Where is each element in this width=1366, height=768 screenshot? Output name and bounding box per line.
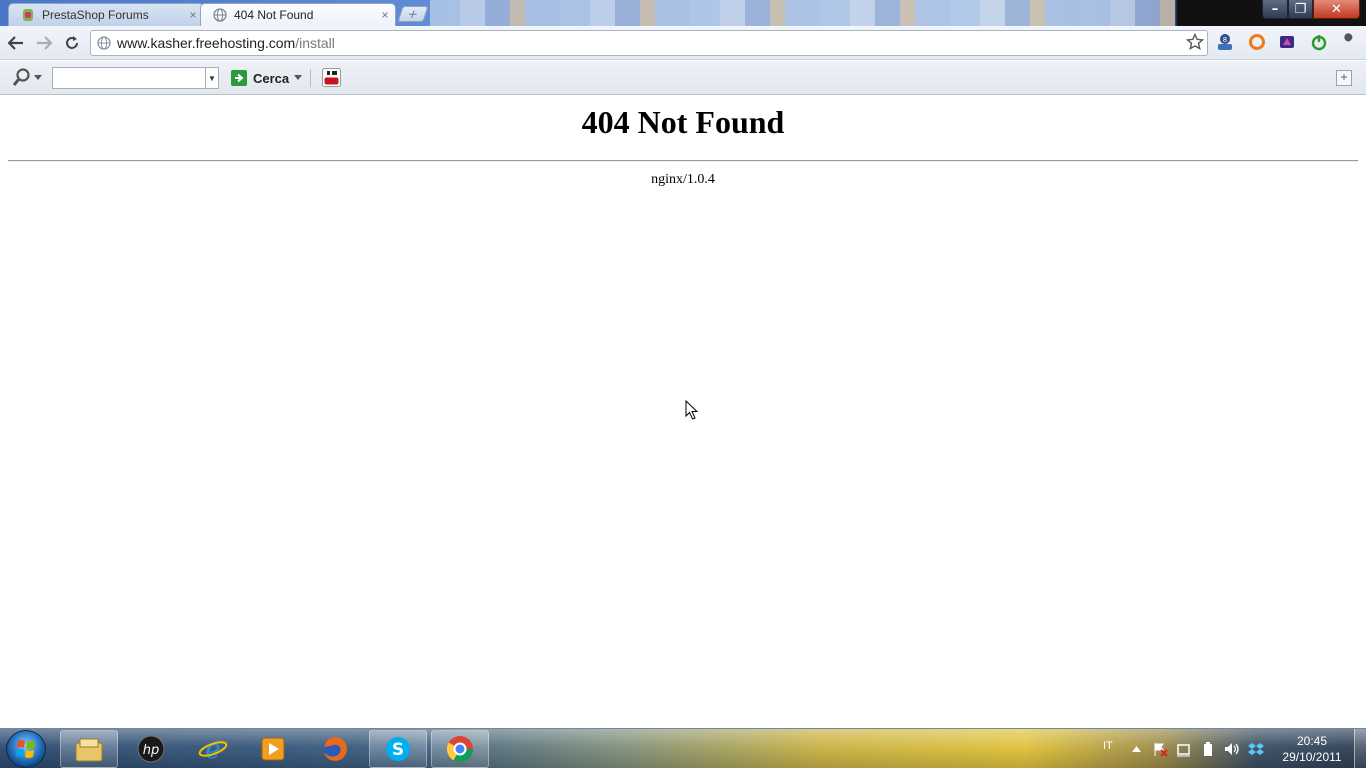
search-toolbar: ▼ Cerca + (0, 61, 1366, 95)
tray-device-button[interactable] (1176, 741, 1192, 757)
flag-alert-icon (1154, 743, 1168, 757)
wrench-icon (1343, 33, 1353, 48)
search-history-dropdown[interactable]: ▼ (206, 67, 219, 89)
chevron-down-icon (294, 75, 303, 80)
prestashop-favicon-icon (21, 8, 35, 22)
device-icon (1177, 744, 1190, 757)
cerca-button-label: Cerca (253, 70, 290, 86)
green-power-icon (1311, 35, 1327, 51)
mouse-cursor-icon (685, 400, 699, 420)
reload-icon (66, 36, 78, 49)
svg-text:e: e (205, 735, 220, 763)
svg-text:S: S (392, 740, 404, 760)
taskbar-hp-button[interactable]: hp (122, 730, 180, 768)
page-title: 404 Not Found (581, 104, 785, 140)
maximize-button[interactable]: ❐ (1288, 0, 1313, 19)
url-path: /install (295, 35, 335, 51)
bookmark-star-button[interactable] (1184, 31, 1206, 53)
chevron-up-icon (1131, 746, 1141, 752)
taskbar-skype-button[interactable]: S (369, 730, 427, 768)
taskbar-clock[interactable]: 20:45 29/10/2011 (1278, 733, 1346, 765)
cerca-button[interactable]: Cerca (231, 68, 303, 88)
close-window-button[interactable]: ✕ (1313, 0, 1360, 19)
clock-time: 20:45 (1296, 734, 1328, 748)
settings-wrench-button[interactable] (1338, 31, 1360, 53)
orange-ring-icon (1249, 34, 1265, 50)
green-arrow-icon (231, 70, 247, 86)
taskbar-explorer-button[interactable] (60, 730, 118, 768)
extension-profile-button[interactable]: 8 (1214, 31, 1236, 53)
tray-dropbox-button[interactable] (1248, 741, 1264, 757)
address-bar[interactable]: www.kasher.freehosting.com/install (90, 30, 1208, 56)
windows-taskbar: hp e S IT 20:45 29/10/2011 (0, 728, 1366, 768)
chevron-down-icon (34, 75, 42, 80)
desktop-wallpaper-strip (430, 0, 1175, 26)
show-desktop-button[interactable] (1354, 729, 1366, 768)
reload-button[interactable] (60, 31, 84, 55)
toolbar-add-button[interactable]: + (1336, 70, 1352, 86)
language-indicator[interactable]: IT (1103, 740, 1113, 752)
taskbar-chrome-button[interactable] (431, 730, 489, 768)
purple-extension-icon (1280, 36, 1294, 48)
skype-icon: S (386, 737, 410, 761)
horizontal-rule (8, 160, 1358, 162)
search-icon (12, 68, 30, 86)
server-signature: nginx/1.0.4 (651, 172, 715, 187)
extension-purple-button[interactable] (1276, 31, 1298, 53)
forward-button[interactable] (32, 31, 56, 55)
tray-battery-button[interactable] (1200, 741, 1216, 757)
back-icon (8, 36, 23, 50)
youtube-icon (322, 68, 341, 87)
tab-404-not-found[interactable]: 404 Not Found × (200, 3, 396, 26)
volume-icon (1225, 743, 1239, 755)
chrome-icon (446, 736, 474, 763)
media-player-icon (261, 737, 285, 761)
svg-text:8: 8 (1223, 36, 1227, 44)
minimize-button[interactable]: – (1262, 0, 1288, 19)
extension-orange-ring-button[interactable] (1246, 31, 1268, 53)
back-button[interactable] (4, 31, 28, 55)
forward-icon (37, 36, 52, 50)
taskbar-ie-button[interactable]: e (184, 730, 242, 768)
tray-overflow-button[interactable] (1128, 741, 1144, 757)
navigation-bar: www.kasher.freehosting.com/install 8 (0, 26, 1366, 60)
bookmark-star-icon (1186, 33, 1204, 51)
start-button[interactable] (6, 730, 46, 768)
clock-date: 29/10/2011 (1282, 750, 1342, 764)
browser-title-bar: PrestaShop Forums × 404 Not Found × + – … (0, 0, 1366, 26)
extension-green-button[interactable] (1308, 31, 1330, 53)
tab-label: PrestaShop Forums (42, 8, 149, 22)
toolbar-separator (310, 69, 311, 87)
globe-favicon-icon (213, 8, 227, 22)
new-tab-button[interactable]: + (397, 6, 429, 22)
tray-volume-button[interactable] (1224, 741, 1240, 757)
profile-extension-icon: 8 (1218, 34, 1232, 50)
search-menu-button[interactable] (12, 68, 46, 88)
toolbar-search-input[interactable] (52, 67, 206, 89)
taskbar-firefox-button[interactable] (306, 730, 364, 768)
firefox-icon (323, 737, 347, 761)
tray-action-center-button[interactable] (1152, 741, 1168, 757)
url-host: www.kasher.freehosting.com (117, 35, 296, 51)
tab-label: 404 Not Found (234, 8, 314, 22)
page-globe-icon (97, 35, 115, 51)
youtube-button[interactable] (322, 68, 341, 87)
svg-text:hp: hp (143, 743, 160, 758)
windows-logo-icon (16, 740, 35, 758)
page-content: 404 Not Found nginx/1.0.4 (0, 96, 1366, 728)
internet-explorer-icon: e (198, 735, 228, 763)
tab-prestashop-forums[interactable]: PrestaShop Forums × (8, 3, 204, 26)
taskbar-media-player-button[interactable] (244, 730, 302, 768)
tab-close-icon[interactable]: × (375, 8, 395, 22)
hp-icon: hp (137, 735, 165, 763)
dropbox-icon (1248, 743, 1264, 755)
battery-icon (1204, 742, 1212, 756)
windows-explorer-icon (75, 738, 103, 762)
